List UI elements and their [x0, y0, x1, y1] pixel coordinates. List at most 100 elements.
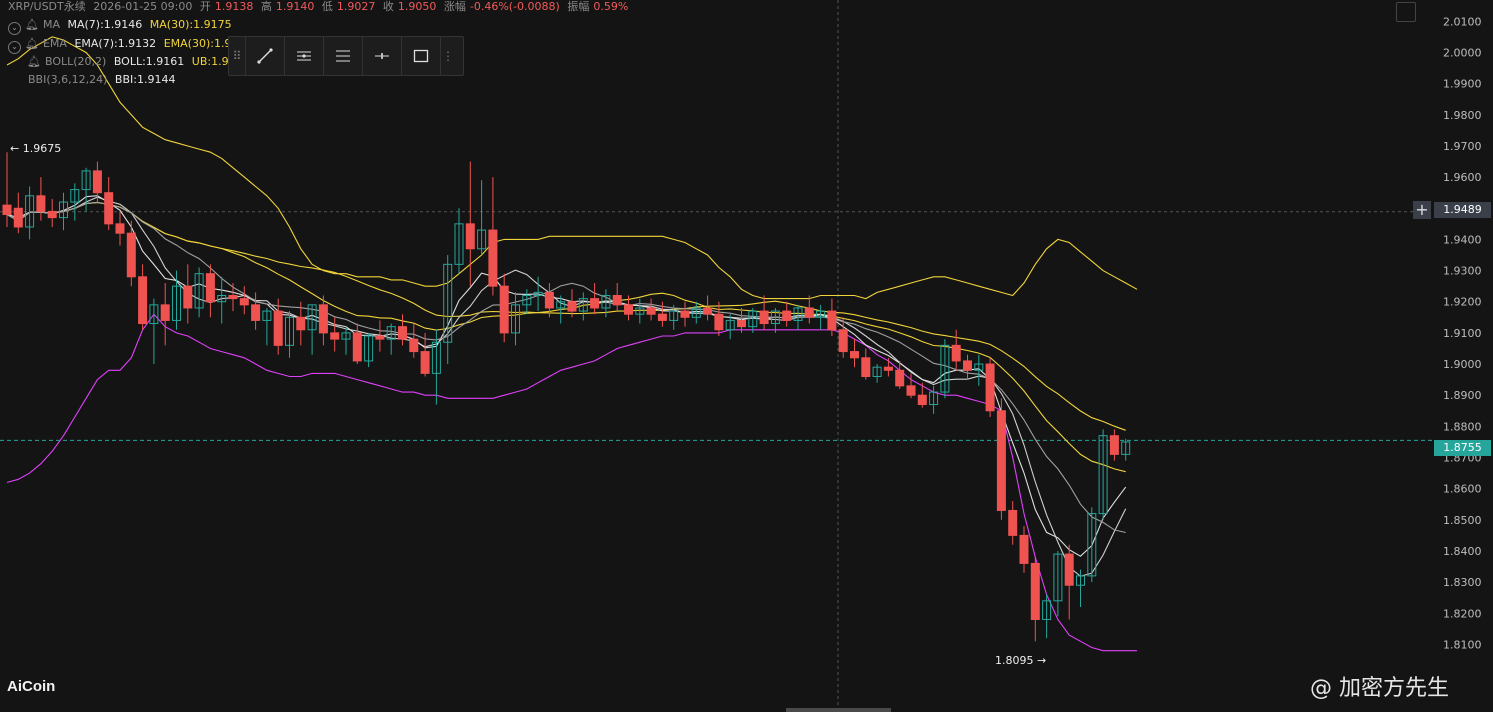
candle[interactable] — [149, 298, 159, 365]
candle[interactable] — [680, 301, 690, 327]
drag-handle-icon[interactable]: ⠿ — [229, 37, 245, 75]
ma-name[interactable]: MA — [43, 18, 60, 31]
trend-line-icon[interactable] — [245, 37, 284, 75]
candle[interactable] — [974, 354, 984, 386]
candle[interactable] — [1109, 429, 1119, 461]
candle[interactable] — [850, 339, 859, 368]
candle[interactable] — [590, 283, 600, 315]
candle[interactable] — [759, 295, 769, 330]
candle[interactable] — [251, 292, 261, 330]
candle[interactable] — [375, 320, 385, 352]
candle[interactable] — [307, 304, 317, 355]
candle[interactable] — [443, 255, 453, 365]
bell-icon[interactable]: 🔔︎ — [25, 18, 39, 31]
candle[interactable] — [1019, 526, 1029, 573]
candle[interactable] — [861, 348, 871, 380]
candle[interactable] — [522, 289, 532, 315]
parallel-channel-icon[interactable] — [323, 37, 362, 75]
candle[interactable] — [951, 329, 961, 371]
high-label: 高 — [260, 0, 272, 13]
candle[interactable] — [262, 307, 272, 346]
candle[interactable] — [1053, 550, 1063, 617]
candle[interactable] — [36, 177, 46, 221]
symbol-label[interactable]: XRP/USDT永续 — [8, 0, 86, 13]
candle[interactable] — [273, 298, 283, 355]
candle[interactable] — [454, 208, 464, 274]
candle[interactable] — [703, 295, 713, 321]
candle[interactable] — [398, 314, 407, 346]
candle[interactable] — [804, 295, 814, 324]
candle[interactable] — [352, 323, 362, 365]
ema-name[interactable]: EMA — [43, 37, 67, 50]
candle[interactable] — [635, 298, 645, 324]
candle[interactable] — [330, 317, 340, 352]
fullscreen-icon[interactable] — [1396, 2, 1416, 22]
candle[interactable] — [364, 332, 374, 368]
candle[interactable] — [115, 211, 125, 246]
candle[interactable] — [601, 289, 611, 318]
candle[interactable] — [386, 323, 396, 355]
candle[interactable] — [70, 183, 80, 221]
candle[interactable] — [1064, 544, 1074, 620]
add-alert-icon[interactable]: + — [1413, 201, 1431, 219]
candle[interactable] — [1008, 501, 1018, 545]
boll-indicator-row[interactable]: 🔔︎ BOLL(20,2) BOLL:1.9161 UB:1.92 — [8, 55, 240, 69]
candle[interactable] — [1098, 429, 1108, 520]
rectangle-icon[interactable] — [401, 37, 440, 75]
price-line-icon[interactable] — [362, 37, 401, 75]
candle[interactable] — [985, 357, 995, 417]
candle[interactable] — [1042, 594, 1052, 639]
candle[interactable] — [782, 301, 792, 327]
candle[interactable] — [477, 180, 487, 255]
candle[interactable] — [714, 301, 724, 336]
ma-indicator-row[interactable]: ⌄ 🔔︎ MA MA(7):1.9146 MA(30):1.9175 — [8, 18, 236, 35]
chart-stage[interactable]: 2.0100 2.0000 1.9900 1.9800 1.9700 1.9600 1.94… — [0, 0, 1493, 712]
more-icon[interactable]: ⋮ — [440, 37, 455, 75]
collapse-icon[interactable]: ⌄ — [8, 41, 21, 54]
candle[interactable] — [285, 311, 294, 358]
candle[interactable] — [963, 354, 972, 380]
candle[interactable] — [940, 339, 950, 399]
candle[interactable] — [996, 398, 1006, 520]
candle[interactable] — [126, 220, 136, 287]
candle[interactable] — [465, 161, 475, 287]
candle[interactable] — [239, 286, 249, 315]
candle[interactable] — [511, 292, 520, 346]
candle[interactable] — [499, 273, 509, 343]
boll-name[interactable]: BOLL(20,2) — [45, 55, 106, 68]
candle[interactable] — [872, 364, 882, 383]
bell-icon[interactable]: 🔔︎ — [25, 37, 39, 50]
candle[interactable] — [1121, 438, 1131, 461]
candle[interactable] — [646, 298, 656, 321]
candle[interactable] — [47, 198, 57, 227]
candle[interactable] — [612, 283, 622, 312]
candle[interactable] — [770, 307, 780, 333]
candle[interactable] — [409, 323, 419, 358]
candle[interactable] — [194, 267, 204, 318]
candle[interactable] — [160, 283, 170, 346]
candle[interactable] — [816, 304, 826, 330]
ema7-line — [6, 195, 1127, 557]
candle[interactable] — [691, 301, 701, 324]
candle[interactable] — [205, 264, 215, 318]
candle[interactable] — [1030, 557, 1040, 642]
collapse-icon[interactable]: ⌄ — [8, 22, 21, 35]
horizontal-ray-icon[interactable] — [284, 37, 323, 75]
bbi-indicator-row[interactable]: BBI(3,6,12,24) BBI:1.9144 — [8, 73, 179, 87]
candle[interactable] — [737, 307, 746, 333]
candle[interactable] — [318, 295, 328, 346]
time-scrollbar[interactable] — [786, 708, 891, 712]
candle[interactable] — [183, 264, 193, 324]
candle[interactable] — [883, 357, 893, 377]
candle[interactable] — [138, 264, 148, 330]
candle[interactable] — [104, 177, 114, 231]
candle[interactable] — [488, 177, 498, 296]
ema-indicator-row[interactable]: ⌄ 🔔︎ EMA EMA(7):1.9132 EMA(30):1.9 — [8, 37, 235, 54]
candle[interactable] — [13, 192, 23, 234]
candle[interactable] — [917, 382, 927, 408]
candle[interactable] — [341, 326, 351, 355]
candle[interactable] — [228, 283, 238, 312]
candlestick-chart[interactable]: 2.0100 2.0000 1.9900 1.9800 1.9700 1.9600 1.94… — [0, 0, 1493, 712]
bell-icon[interactable]: 🔔︎ — [27, 55, 41, 68]
bbi-name[interactable]: BBI(3,6,12,24) — [28, 73, 107, 86]
